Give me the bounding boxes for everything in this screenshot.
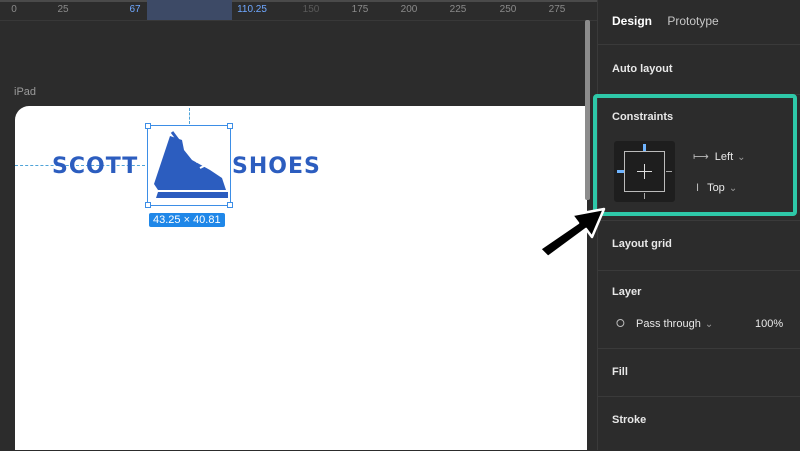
layer-title: Layer xyxy=(612,286,642,298)
layout-grid-section: Layout grid xyxy=(598,220,800,271)
ruler-tick: 275 xyxy=(548,4,566,15)
logo-text-scott[interactable]: SCOTT xyxy=(52,154,138,179)
frame-label[interactable]: iPad xyxy=(14,86,36,98)
layer-section: Layer ⭘ Pass through ⌄ 100% xyxy=(598,270,800,349)
fill-title[interactable]: Fill xyxy=(612,366,628,378)
ruler-tick: 67 xyxy=(129,4,141,15)
selected-shoe-logo[interactable] xyxy=(145,123,233,208)
tab-prototype[interactable]: Prototype xyxy=(667,14,718,28)
ruler-tick: 200 xyxy=(400,4,418,15)
ruler-tick: 150 xyxy=(302,4,320,15)
vertical-guide-line xyxy=(189,108,190,124)
fill-section: Fill xyxy=(598,348,800,397)
ruler-tick: 25 xyxy=(57,4,69,15)
resize-handle-bottom-left[interactable] xyxy=(145,202,151,208)
stroke-title[interactable]: Stroke xyxy=(612,414,646,426)
ruler-tick: 0 xyxy=(11,4,17,15)
resize-handle-bottom-right[interactable] xyxy=(227,202,233,208)
size-badge: 43.25 × 40.81 xyxy=(149,213,225,227)
tab-design[interactable]: Design xyxy=(612,14,652,28)
ruler-tick: 110.25 xyxy=(237,4,267,15)
properties-panel: Design Prototype Auto layout Constraints… xyxy=(597,0,800,450)
blend-mode-dropdown[interactable]: Pass through ⌄ xyxy=(636,318,713,330)
logo-text-shoes[interactable]: SHOES xyxy=(232,154,321,179)
horizontal-ruler: 0 25 67 110.25 150 175 200 225 250 275 xyxy=(0,0,597,21)
auto-layout-title[interactable]: Auto layout xyxy=(612,63,673,75)
opacity-value[interactable]: 100% xyxy=(755,318,783,330)
ruler-tick: 175 xyxy=(351,4,369,15)
chevron-down-icon: ⌄ xyxy=(704,319,714,330)
canvas-area[interactable]: 0 25 67 110.25 150 175 200 225 250 275 i… xyxy=(0,0,597,450)
stroke-section: Stroke xyxy=(598,396,800,451)
resize-handle-top-left[interactable] xyxy=(145,123,151,129)
blend-mode-label: Pass through xyxy=(636,318,701,330)
ruler-tick: 225 xyxy=(449,4,467,15)
ruler-selection-range xyxy=(147,0,232,20)
auto-layout-section: Auto layout xyxy=(598,44,800,95)
resize-handle-top-right[interactable] xyxy=(227,123,233,129)
ruler-tick: 250 xyxy=(499,4,517,15)
ruler-top-border xyxy=(0,0,597,2)
blend-mode-icon: ⭘ xyxy=(616,318,625,330)
layout-grid-title[interactable]: Layout grid xyxy=(612,238,672,250)
pointer-arrow-icon xyxy=(538,207,606,259)
shoe-icon xyxy=(154,131,228,198)
constraints-highlight-box xyxy=(593,94,797,216)
panel-tabs: Design Prototype xyxy=(612,14,731,28)
canvas-scrollbar[interactable] xyxy=(585,20,590,200)
